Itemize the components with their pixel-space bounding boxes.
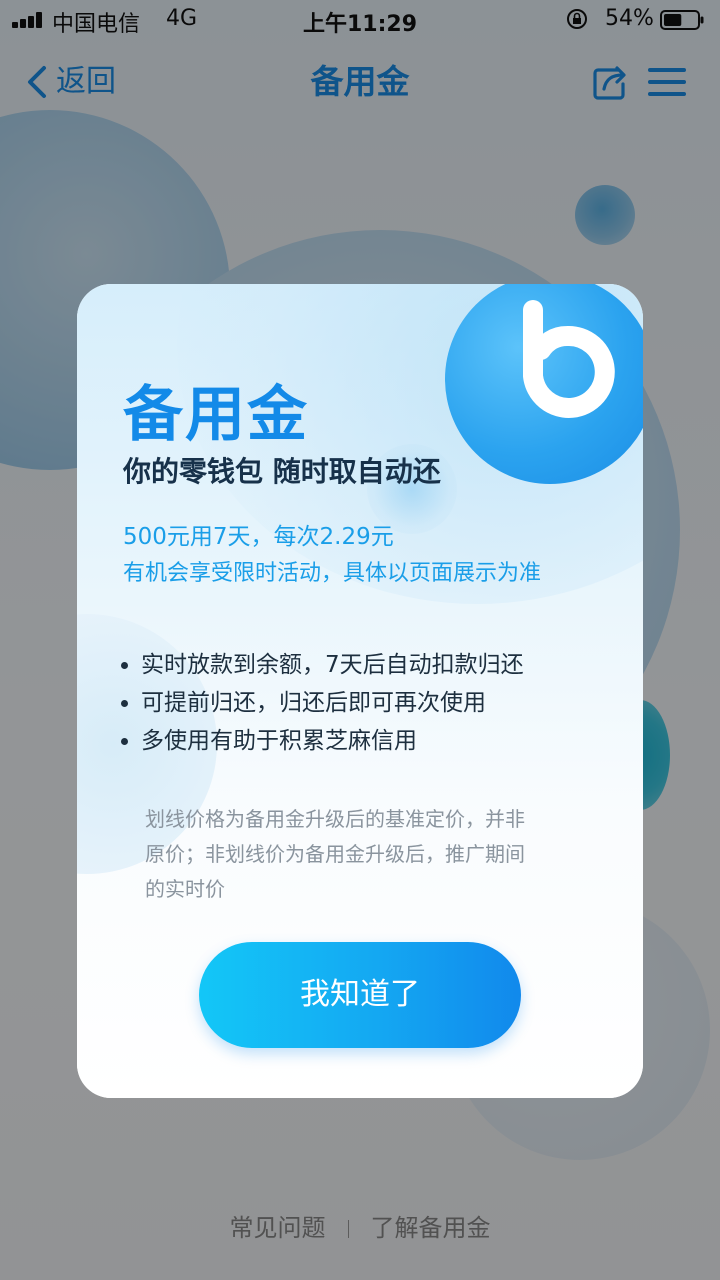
bullet-icon: [121, 738, 128, 745]
promo-activity-line: 有机会享受限时活动，具体以页面展示为准: [123, 561, 542, 586]
dialog-title: 备用金: [123, 380, 309, 450]
feature-list: 实时放款到余额，7天后自动扣款归还 可提前归还，归还后即可再次使用 多使用有助于…: [121, 646, 524, 760]
feature-item: 多使用有助于积累芝麻信用: [121, 722, 524, 760]
pricing-note-line: 划线价格为备用金升级后的基准定价，并非: [145, 807, 525, 831]
feature-text: 实时放款到余额，7天后自动扣款归还: [141, 652, 524, 678]
pricing-note-line: 的实时价: [145, 877, 225, 901]
b-logo-icon: [523, 300, 615, 418]
promo-price-line: 500元用7天，每次2.29元: [123, 524, 394, 550]
bullet-icon: [121, 700, 128, 707]
dialog-subtitle: 你的零钱包 随时取自动还: [123, 455, 441, 488]
feature-text: 多使用有助于积累芝麻信用: [141, 728, 417, 754]
got-it-button[interactable]: 我知道了: [199, 942, 521, 1048]
feature-item: 实时放款到余额，7天后自动扣款归还: [121, 646, 524, 684]
info-dialog: 备用金 你的零钱包 随时取自动还 500元用7天，每次2.29元 有机会享受限时…: [77, 284, 643, 1098]
feature-item: 可提前归还，归还后即可再次使用: [121, 684, 524, 722]
feature-text: 可提前归还，归还后即可再次使用: [141, 690, 486, 716]
bullet-icon: [121, 662, 128, 669]
pricing-note: 划线价格为备用金升级后的基准定价，并非 原价；非划线价为备用金升级后，推广期间 …: [145, 802, 591, 907]
pricing-note-line: 原价；非划线价为备用金升级后，推广期间: [145, 842, 525, 866]
